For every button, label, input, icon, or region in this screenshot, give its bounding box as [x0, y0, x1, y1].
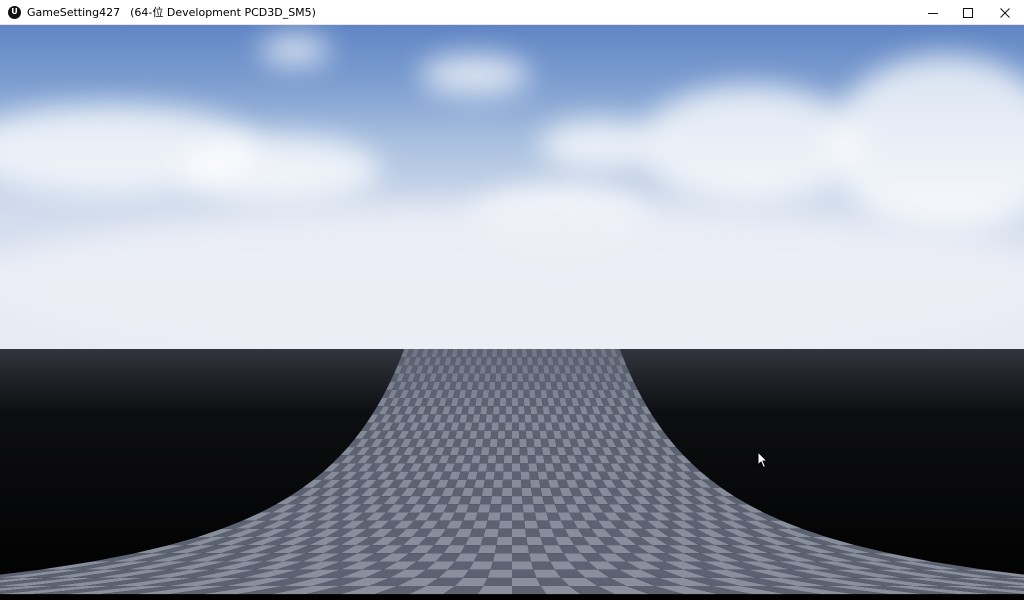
cloud — [640, 85, 860, 205]
game-viewport[interactable] — [0, 25, 1024, 600]
mouse-cursor-icon — [757, 451, 768, 468]
title-bar[interactable]: U GameSetting427 (64-位 Development PCD3D_… — [0, 0, 1024, 25]
close-icon — [1000, 7, 1010, 18]
cloud — [260, 35, 330, 65]
maximize-button[interactable] — [950, 0, 986, 25]
cloud — [180, 135, 380, 205]
horizon-haze — [0, 205, 1024, 349]
window-title-subtitle: (64-位 Development PCD3D_SM5) — [130, 6, 316, 19]
checkerboard-floor — [0, 349, 1024, 600]
maximize-icon — [963, 7, 973, 18]
window-title: GameSetting427 (64-位 Development PCD3D_SM… — [27, 4, 316, 20]
cloud — [420, 55, 530, 95]
unreal-engine-icon: U — [8, 5, 21, 19]
cloud — [830, 55, 1024, 235]
sky — [0, 25, 1024, 349]
close-button[interactable] — [987, 0, 1023, 25]
minimize-button[interactable] — [915, 0, 951, 25]
minimize-icon — [928, 12, 938, 14]
window-title-name: GameSetting427 — [27, 6, 121, 19]
floor-fog — [0, 349, 1024, 600]
game-window: U GameSetting427 (64-位 Development PCD3D_… — [0, 0, 1024, 600]
